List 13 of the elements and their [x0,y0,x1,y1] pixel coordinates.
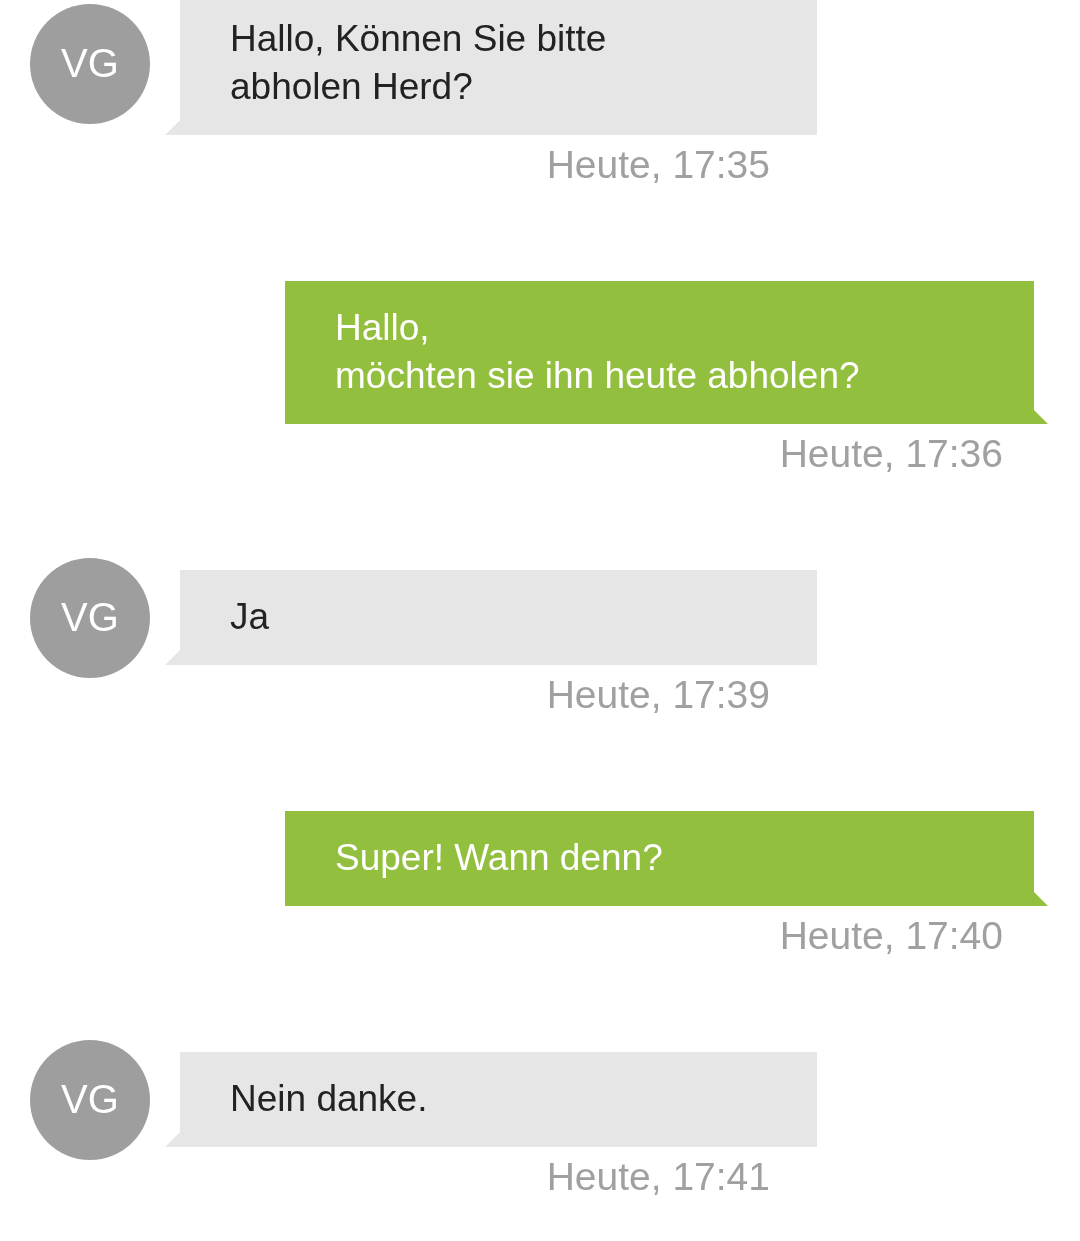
received-message: Ja [165,570,817,665]
received-message: Hallo, Können Sie bitte abholen Herd? [165,0,817,135]
avatar: VG [30,3,150,124]
received-message: Nein danke. [165,1052,817,1147]
message-time: Heute, 17:41 [546,1154,770,1200]
message-time: Heute, 17:35 [546,142,770,188]
message-time: Heute, 17:36 [779,431,1003,477]
message-time: Heute, 17:39 [546,672,770,718]
message-time: Heute, 17:40 [779,913,1003,959]
avatar: VG [30,1039,150,1160]
sent-message: Super! Wann denn? [285,811,1048,906]
sent-message: Hallo, möchten sie ihn heute abholen? [285,281,1048,424]
avatar: VG [30,557,150,678]
